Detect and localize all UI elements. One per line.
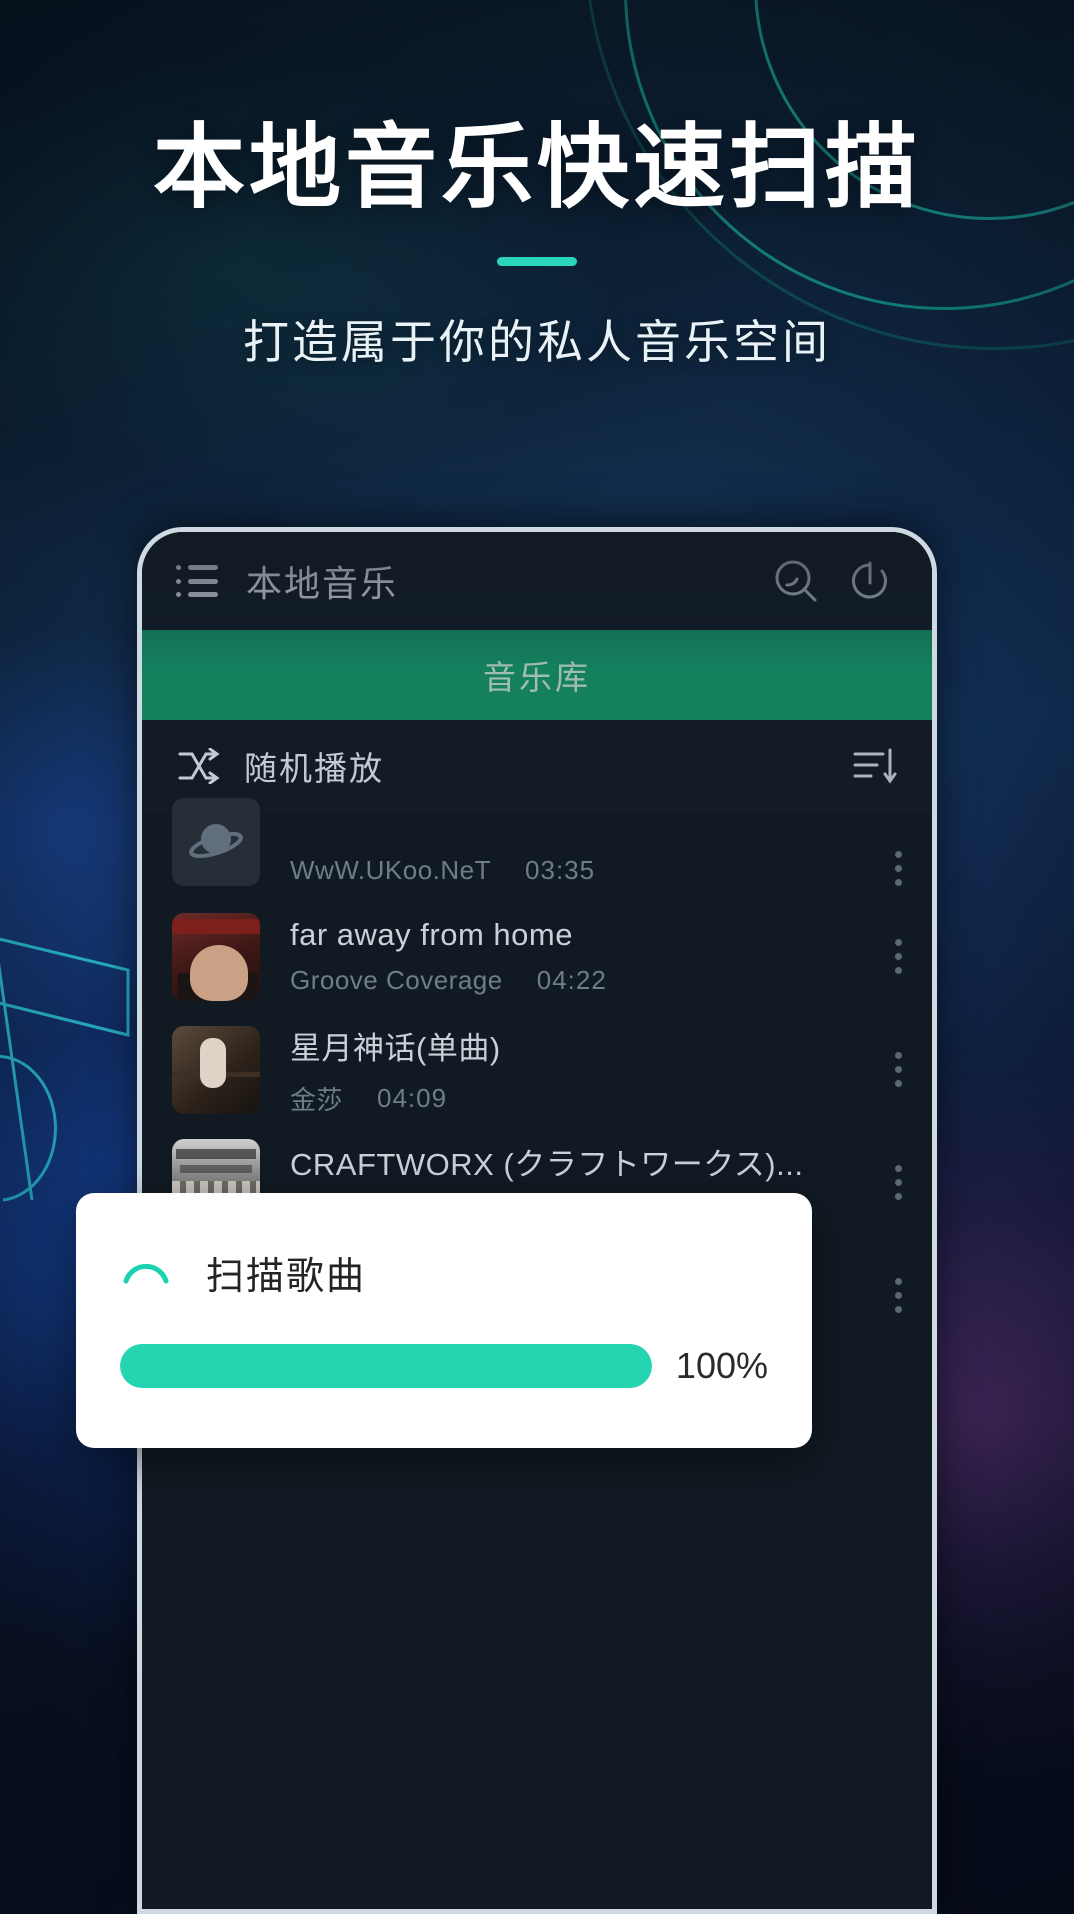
- song-title: 星月神话(单曲): [290, 1030, 501, 1066]
- dialog-header: 扫描歌曲: [76, 1193, 812, 1300]
- page-subtitle: 打造属于你的私人音乐空间: [243, 315, 831, 368]
- song-info: far away from home Groove Coverage 04:22: [290, 917, 874, 996]
- headline-block: 本地音乐快速扫描 打造属于你的私人音乐空间: [0, 120, 1074, 372]
- song-artist: 金莎: [290, 1084, 344, 1115]
- song-duration: 03:35: [525, 855, 596, 885]
- page-title: 本地音乐快速扫描: [152, 117, 921, 219]
- search-icon[interactable]: [768, 553, 824, 609]
- song-title: CRAFTWORX (クラフトワークス)...: [290, 1146, 804, 1182]
- sleep-timer-icon[interactable]: [842, 553, 898, 609]
- song-list-item[interactable]: far away from home Groove Coverage 04:22: [142, 900, 932, 1013]
- dialog-title: 扫描歌曲: [206, 1256, 367, 1298]
- song-meta: 金莎 04:09: [290, 1080, 874, 1117]
- song-title: far away from home: [290, 917, 573, 952]
- dialog-progress-row: 100%: [76, 1300, 812, 1388]
- song-meta: Groove Coverage 04:22: [290, 965, 874, 996]
- song-duration: 04:09: [377, 1082, 448, 1113]
- title-divider: [497, 256, 577, 266]
- song-overflow-menu-icon[interactable]: [894, 1052, 902, 1087]
- progress-percent-label: 100%: [675, 1345, 768, 1386]
- song-overflow-menu-icon[interactable]: [894, 939, 902, 974]
- song-info: 星月神话(单曲) 金莎 04:09: [290, 1023, 874, 1117]
- toolbar-title: 本地音乐: [246, 563, 399, 604]
- song-list-item[interactable]: WwW.UKoo.NeT 03:35: [142, 798, 932, 900]
- song-overflow-menu-icon[interactable]: [894, 851, 902, 886]
- shuffle-icon: [176, 747, 220, 785]
- progress-bar-track: [120, 1344, 652, 1388]
- hamburger-list-icon[interactable]: [176, 565, 218, 597]
- song-artist: WwW.UKoo.NeT: [290, 855, 492, 885]
- shuffle-play-label: 随机播放: [244, 750, 384, 787]
- shuffle-play-row[interactable]: 随机播放: [142, 720, 932, 812]
- song-overflow-menu-icon[interactable]: [894, 1165, 902, 1200]
- song-info: WwW.UKoo.NeT 03:35: [290, 843, 874, 886]
- loading-spinner-icon: [123, 1263, 169, 1283]
- app-toolbar: 本地音乐: [142, 532, 932, 630]
- sort-icon[interactable]: [852, 747, 898, 785]
- tab-music-library[interactable]: 音乐库: [142, 630, 932, 720]
- song-artist: Groove Coverage: [290, 965, 503, 995]
- song-overflow-menu-icon[interactable]: [894, 1278, 902, 1313]
- album-art: [172, 1025, 260, 1114]
- album-art: [172, 798, 260, 886]
- album-art: [172, 912, 260, 1001]
- song-list-item[interactable]: 星月神话(单曲) 金莎 04:09: [142, 1013, 932, 1126]
- song-meta: WwW.UKoo.NeT 03:35: [290, 855, 874, 886]
- tab-music-library-label: 音乐库: [483, 659, 591, 696]
- scan-progress-dialog: 扫描歌曲 100%: [76, 1193, 812, 1448]
- song-duration: 04:22: [536, 965, 607, 995]
- progress-bar-fill: [120, 1344, 652, 1388]
